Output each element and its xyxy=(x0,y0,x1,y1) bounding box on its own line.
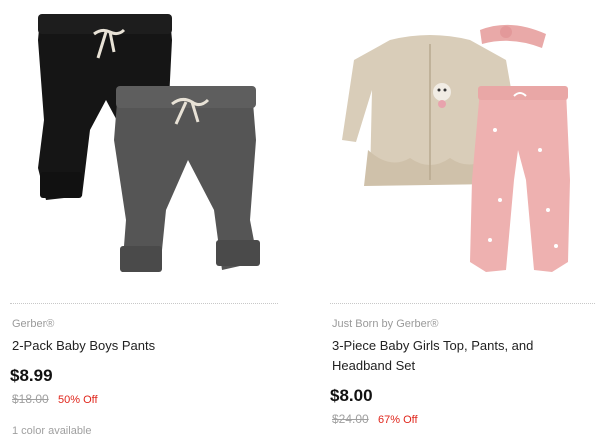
product-brand: Just Born by Gerber® xyxy=(332,318,439,330)
headband-icon xyxy=(480,24,546,48)
color-availability[interactable]: 1 color available xyxy=(12,425,92,437)
original-price: $24.00 xyxy=(332,412,369,426)
product-brand: Gerber® xyxy=(12,318,55,330)
price-row: $18.00 50% Off xyxy=(12,392,98,406)
product-image[interactable] xyxy=(330,0,595,290)
product-title[interactable]: 2-Pack Baby Boys Pants xyxy=(12,336,262,356)
discount-badge: 50% Off xyxy=(58,394,98,406)
divider xyxy=(330,303,595,304)
grey-pants-icon xyxy=(114,86,260,272)
original-price: $18.00 xyxy=(12,392,49,406)
discount-badge: 67% Off xyxy=(378,414,418,426)
product-title[interactable]: 3-Piece Baby Girls Top, Pants, and Headb… xyxy=(332,336,582,376)
pink-pants-icon xyxy=(470,86,570,272)
product-price: $8.00 xyxy=(330,386,373,405)
product-price: $8.99 xyxy=(10,366,53,385)
product-image[interactable] xyxy=(10,0,278,290)
price-row: $24.00 67% Off xyxy=(332,412,418,426)
divider xyxy=(10,303,278,304)
